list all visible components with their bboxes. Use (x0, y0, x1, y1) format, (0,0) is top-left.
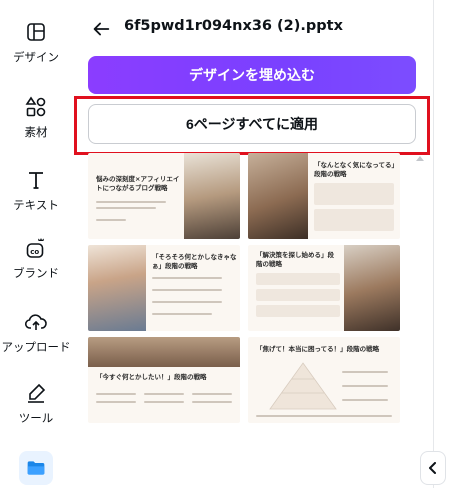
canvas-edge (433, 0, 457, 488)
slide-title: 「今すぐ何とかしたい！」段階の戦略 (96, 373, 207, 381)
left-rail: デザイン 素材 テキスト co ブランド アップロード ツール (0, 0, 72, 488)
sidebar-item-brand[interactable]: co ブランド (0, 236, 72, 281)
slide-thumbnail-1[interactable]: 悩みの深刻度×アフィリエイトにつながるブログ戦略 (88, 153, 240, 239)
scrollbar[interactable] (413, 150, 423, 488)
slide-title: 「なんとなく気になってる」段階の戦略 (314, 161, 395, 178)
sidebar-item-label: 素材 (24, 125, 48, 139)
slide-photo (88, 245, 146, 331)
slide-thumbnail-6[interactable]: 「焦げて！本当に困ってる！」段階の戦略 (248, 337, 400, 423)
text-icon (29, 172, 43, 189)
back-arrow-icon[interactable] (90, 18, 112, 40)
slide-photo (248, 153, 308, 239)
slide-thumbnail-2[interactable]: 「なんとなく気になってる」段階の戦略 (248, 153, 400, 239)
slide-photo (184, 153, 240, 239)
slide-title: 「解決策を探し始める」段階の戦略 (256, 251, 334, 268)
sidebar-item-label: ツール (18, 411, 54, 425)
apply-all-pages-button[interactable]: 6ページすべてに適用 (88, 104, 416, 144)
file-panel: 6f5pwd1r094nx36 (2).pptx デザインを埋め込む 6ページす… (72, 0, 433, 488)
slide-thumbnail-4[interactable]: 「解決策を探し始める」段階の戦略 (248, 245, 400, 331)
svg-text:co: co (30, 248, 39, 256)
slide-photo (344, 245, 400, 331)
sidebar-item-label: テキスト (13, 198, 59, 212)
sidebar-item-text[interactable]: テキスト (0, 168, 72, 213)
elements-icon (25, 96, 46, 117)
sidebar-item-elements[interactable]: 素材 (0, 95, 72, 140)
embed-design-button[interactable]: デザインを埋め込む (88, 56, 416, 94)
slide-title: 悩みの深刻度×アフィリエイトにつながるブログ戦略 (96, 175, 180, 192)
slide-thumbnail-3[interactable]: 「そろそろ何とかしなきゃなぁ」段階の戦略 (88, 245, 240, 331)
folder-icon (27, 461, 45, 475)
sidebar-item-label: アップロード (1, 340, 71, 354)
collapse-panel-button[interactable] (420, 451, 446, 485)
pyramid-graphic (269, 362, 337, 410)
brand-icon: co (26, 238, 44, 258)
tools-icon (28, 383, 46, 403)
file-title: 6f5pwd1r094nx36 (2).pptx (124, 18, 343, 34)
slide-title: 「そろそろ何とかしなきゃなぁ」段階の戦略 (152, 253, 237, 270)
sidebar-item-upload[interactable]: アップロード (0, 310, 72, 355)
sidebar-item-label: デザイン (13, 50, 59, 64)
sidebar-item-design[interactable]: デザイン (0, 20, 72, 65)
design-icon (27, 23, 45, 41)
sidebar-item-tools[interactable]: ツール (0, 381, 72, 426)
slide-title: 「焦げて！本当に困ってる！」段階の戦略 (256, 345, 380, 353)
scroll-up-arrow-icon[interactable] (416, 156, 424, 161)
folder-button[interactable] (19, 451, 53, 485)
chevron-left-icon (429, 462, 436, 474)
slide-thumbnail-5[interactable]: 「今すぐ何とかしたい！」段階の戦略 (88, 337, 240, 423)
sidebar-item-label: ブランド (13, 266, 59, 280)
upload-icon (24, 314, 47, 330)
slide-photo (88, 337, 240, 367)
